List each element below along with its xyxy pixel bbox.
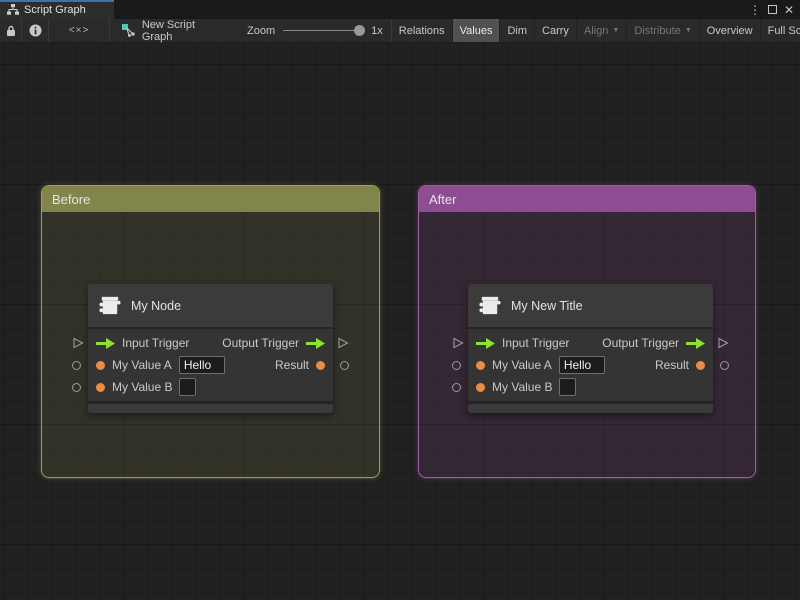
value-b-input[interactable] <box>179 378 197 396</box>
value-a-input[interactable] <box>178 356 225 374</box>
carry-button[interactable]: Carry <box>535 19 577 42</box>
port-input-trigger[interactable]: Input Trigger <box>96 336 189 350</box>
info-button[interactable] <box>22 19 50 42</box>
value-input-marker-icon[interactable] <box>452 383 461 392</box>
value-port-icon <box>476 360 485 370</box>
zoom-label: Zoom <box>247 24 276 37</box>
tab-script-graph[interactable]: Script Graph <box>0 0 114 19</box>
code-preview-button[interactable]: <×> <box>49 19 110 42</box>
relations-button[interactable]: Relations <box>392 19 453 42</box>
flow-arrow-icon <box>476 337 495 349</box>
group-before-title: Before <box>52 191 91 207</box>
script-graph-icon <box>121 24 136 37</box>
port-value-a[interactable]: My Value A <box>96 356 225 374</box>
align-dropdown[interactable]: Align ▼ <box>577 19 628 42</box>
node-ports: Input Trigger Output Trigger My Value A … <box>88 329 333 401</box>
flow-input-marker-icon[interactable] <box>72 337 84 349</box>
distribute-dropdown[interactable]: Distribute ▼ <box>627 19 700 42</box>
fullscreen-button[interactable]: Full Screen <box>761 19 800 42</box>
flow-arrow-icon <box>686 337 705 349</box>
port-value-a[interactable]: My Value A <box>476 356 605 374</box>
flow-arrow-icon <box>96 337 115 349</box>
info-icon <box>29 24 42 37</box>
values-button[interactable]: Values <box>452 19 501 42</box>
value-port-icon <box>96 360 105 370</box>
port-result[interactable]: Result <box>655 358 705 372</box>
node-header[interactable]: My New Title <box>468 284 713 327</box>
port-output-trigger[interactable]: Output Trigger <box>222 336 325 350</box>
zoom-slider-handle[interactable] <box>354 25 366 36</box>
group-after-header[interactable]: After <box>419 186 755 212</box>
value-output-marker-icon[interactable] <box>340 361 349 370</box>
dim-button[interactable]: Dim <box>500 19 536 42</box>
graph-canvas[interactable]: Before After My Node Input Trigger Outpu… <box>0 43 800 600</box>
node-footer <box>88 404 333 413</box>
port-input-trigger[interactable]: Input Trigger <box>476 336 569 350</box>
overview-button[interactable]: Overview <box>700 19 761 42</box>
group-before-header[interactable]: Before <box>42 186 379 212</box>
code-icon: <×> <box>68 25 90 36</box>
graph-name-label: New Script Graph <box>141 18 196 43</box>
lock-icon <box>6 25 15 36</box>
node-title: My New Title <box>511 298 583 313</box>
value-output-marker-icon[interactable] <box>720 361 729 370</box>
zoom-control: Zoom 1x <box>231 19 392 42</box>
unit-node-icon <box>99 296 121 315</box>
flow-output-marker-icon[interactable] <box>717 337 729 349</box>
lock-button[interactable] <box>0 19 23 42</box>
value-input-marker-icon[interactable] <box>452 361 461 370</box>
flow-arrow-icon <box>306 337 325 349</box>
value-port-icon <box>96 382 105 392</box>
value-port-icon <box>696 360 705 370</box>
port-result[interactable]: Result <box>275 358 325 372</box>
port-value-b[interactable]: My Value B <box>476 378 577 396</box>
node-footer <box>468 404 713 413</box>
window-close-icon[interactable]: ✕ <box>784 4 794 16</box>
node-my-node[interactable]: My Node Input Trigger Output Trigger My … <box>72 284 349 413</box>
value-port-icon <box>476 382 485 392</box>
toolbar-buttons: Relations Values Dim Carry Align ▼ Distr… <box>392 19 800 42</box>
node-my-new-title[interactable]: My New Title Input Trigger Output Trigge… <box>452 284 729 413</box>
value-port-icon <box>316 360 325 370</box>
window-menu-icon[interactable]: ⋮ <box>749 4 761 16</box>
zoom-value: 1x <box>371 24 383 37</box>
group-after-title: After <box>429 191 457 207</box>
chevron-down-icon: ▼ <box>684 27 692 34</box>
value-input-marker-icon[interactable] <box>72 361 81 370</box>
graph-hierarchy-icon <box>7 4 19 15</box>
unit-node-icon <box>479 296 501 315</box>
window-tab-bar: Script Graph ⋮ ✕ <box>0 0 800 19</box>
node-header[interactable]: My Node <box>88 284 333 327</box>
graph-identity: New Script Graph <box>110 18 231 43</box>
value-b-input[interactable] <box>559 378 577 396</box>
flow-output-marker-icon[interactable] <box>337 337 349 349</box>
node-title: My Node <box>131 298 182 313</box>
node-ports: Input Trigger Output Trigger My Value A … <box>468 329 713 401</box>
zoom-slider[interactable] <box>283 25 366 36</box>
graph-toolbar: <×> New Script Graph Zoom 1x Relations V… <box>0 19 800 43</box>
port-output-trigger[interactable]: Output Trigger <box>602 336 705 350</box>
tab-title: Script Graph <box>24 3 86 16</box>
flow-input-marker-icon[interactable] <box>452 337 464 349</box>
value-a-input[interactable] <box>558 356 605 374</box>
window-maximize-icon[interactable] <box>767 5 777 14</box>
chevron-down-icon: ▼ <box>612 27 620 34</box>
port-value-b[interactable]: My Value B <box>96 378 197 396</box>
value-input-marker-icon[interactable] <box>72 383 81 392</box>
